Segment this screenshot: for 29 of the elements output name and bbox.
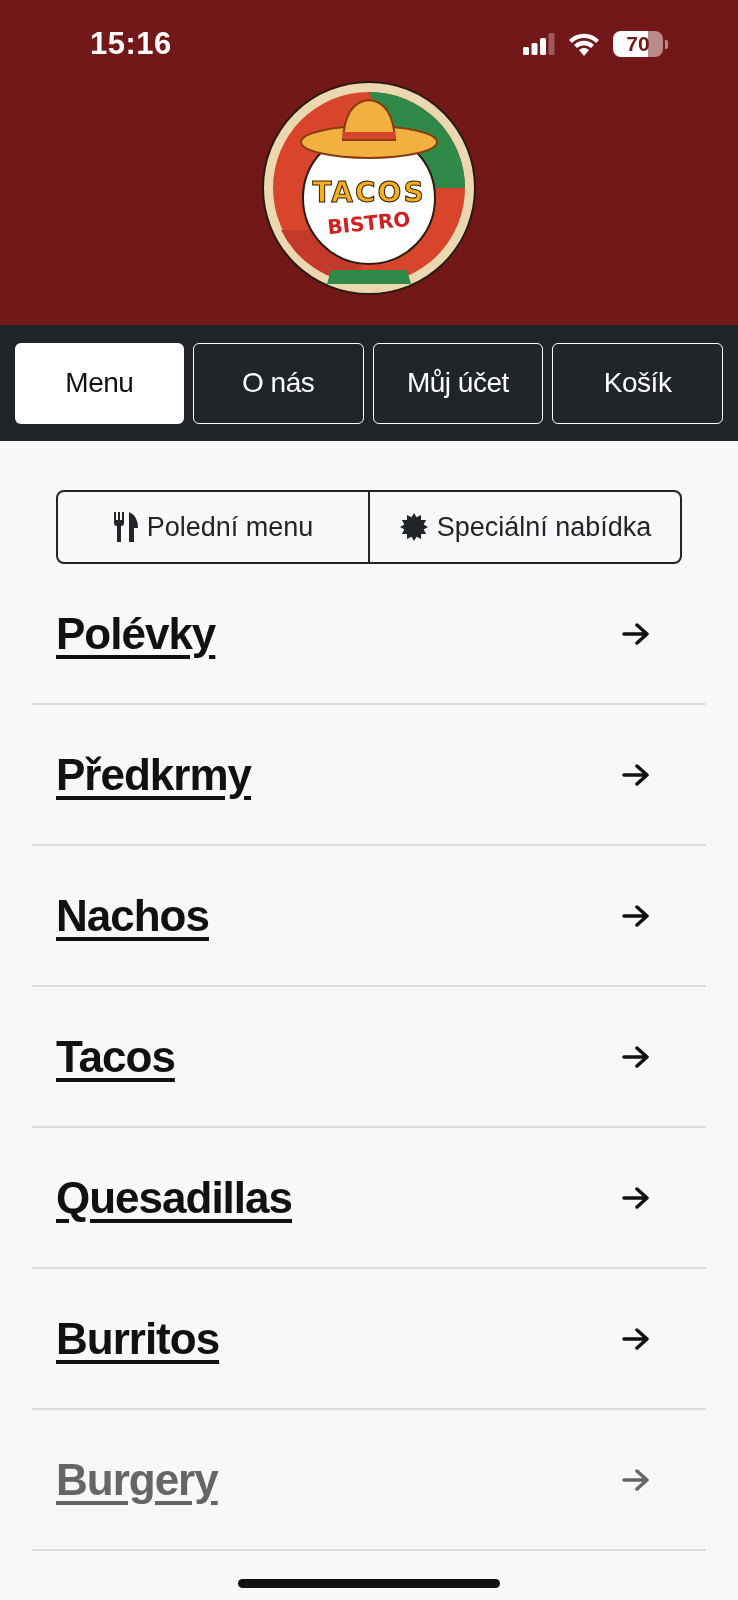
menu-type-label: Polední menu	[146, 511, 314, 543]
fork-knife-icon	[112, 512, 139, 542]
battery-icon: 70	[613, 31, 663, 57]
status-time: 15:16	[90, 26, 172, 62]
nav-tab[interactable]: Můj účet	[372, 342, 544, 424]
arrow-right-icon	[622, 1186, 650, 1209]
menu-type-label: Speciální nabídka	[436, 511, 652, 543]
arrow-right-icon	[622, 622, 650, 645]
signal-icon	[523, 33, 555, 55]
category-link[interactable]: Polévky	[56, 608, 216, 659]
menu-type-button[interactable]: Speciální nabídka	[368, 492, 680, 562]
arrow-right-icon	[622, 1327, 650, 1350]
category-link[interactable]: Burritos	[56, 1313, 220, 1364]
arrow-right-icon	[622, 763, 650, 786]
nav-tab[interactable]: O nás	[192, 342, 364, 424]
category-link[interactable]: Quesadillas	[56, 1172, 292, 1223]
wifi-icon	[567, 32, 601, 56]
nav-tab[interactable]: Menu	[15, 342, 184, 424]
category-link[interactable]: Nachos	[56, 890, 209, 941]
menu-type-button[interactable]: Polední menu	[58, 492, 368, 562]
category-link[interactable]: Burgery	[56, 1454, 218, 1505]
restaurant-logo: TACOS BISTRO	[261, 80, 477, 296]
arrow-right-icon	[622, 904, 650, 927]
badge-icon	[398, 512, 429, 542]
category-link[interactable]: Tacos	[56, 1031, 175, 1082]
category-link[interactable]: Předkrmy	[56, 749, 251, 800]
arrow-right-icon	[622, 1045, 650, 1068]
nav-tab[interactable]: Košík	[552, 342, 723, 424]
arrow-right-icon	[622, 1468, 650, 1491]
